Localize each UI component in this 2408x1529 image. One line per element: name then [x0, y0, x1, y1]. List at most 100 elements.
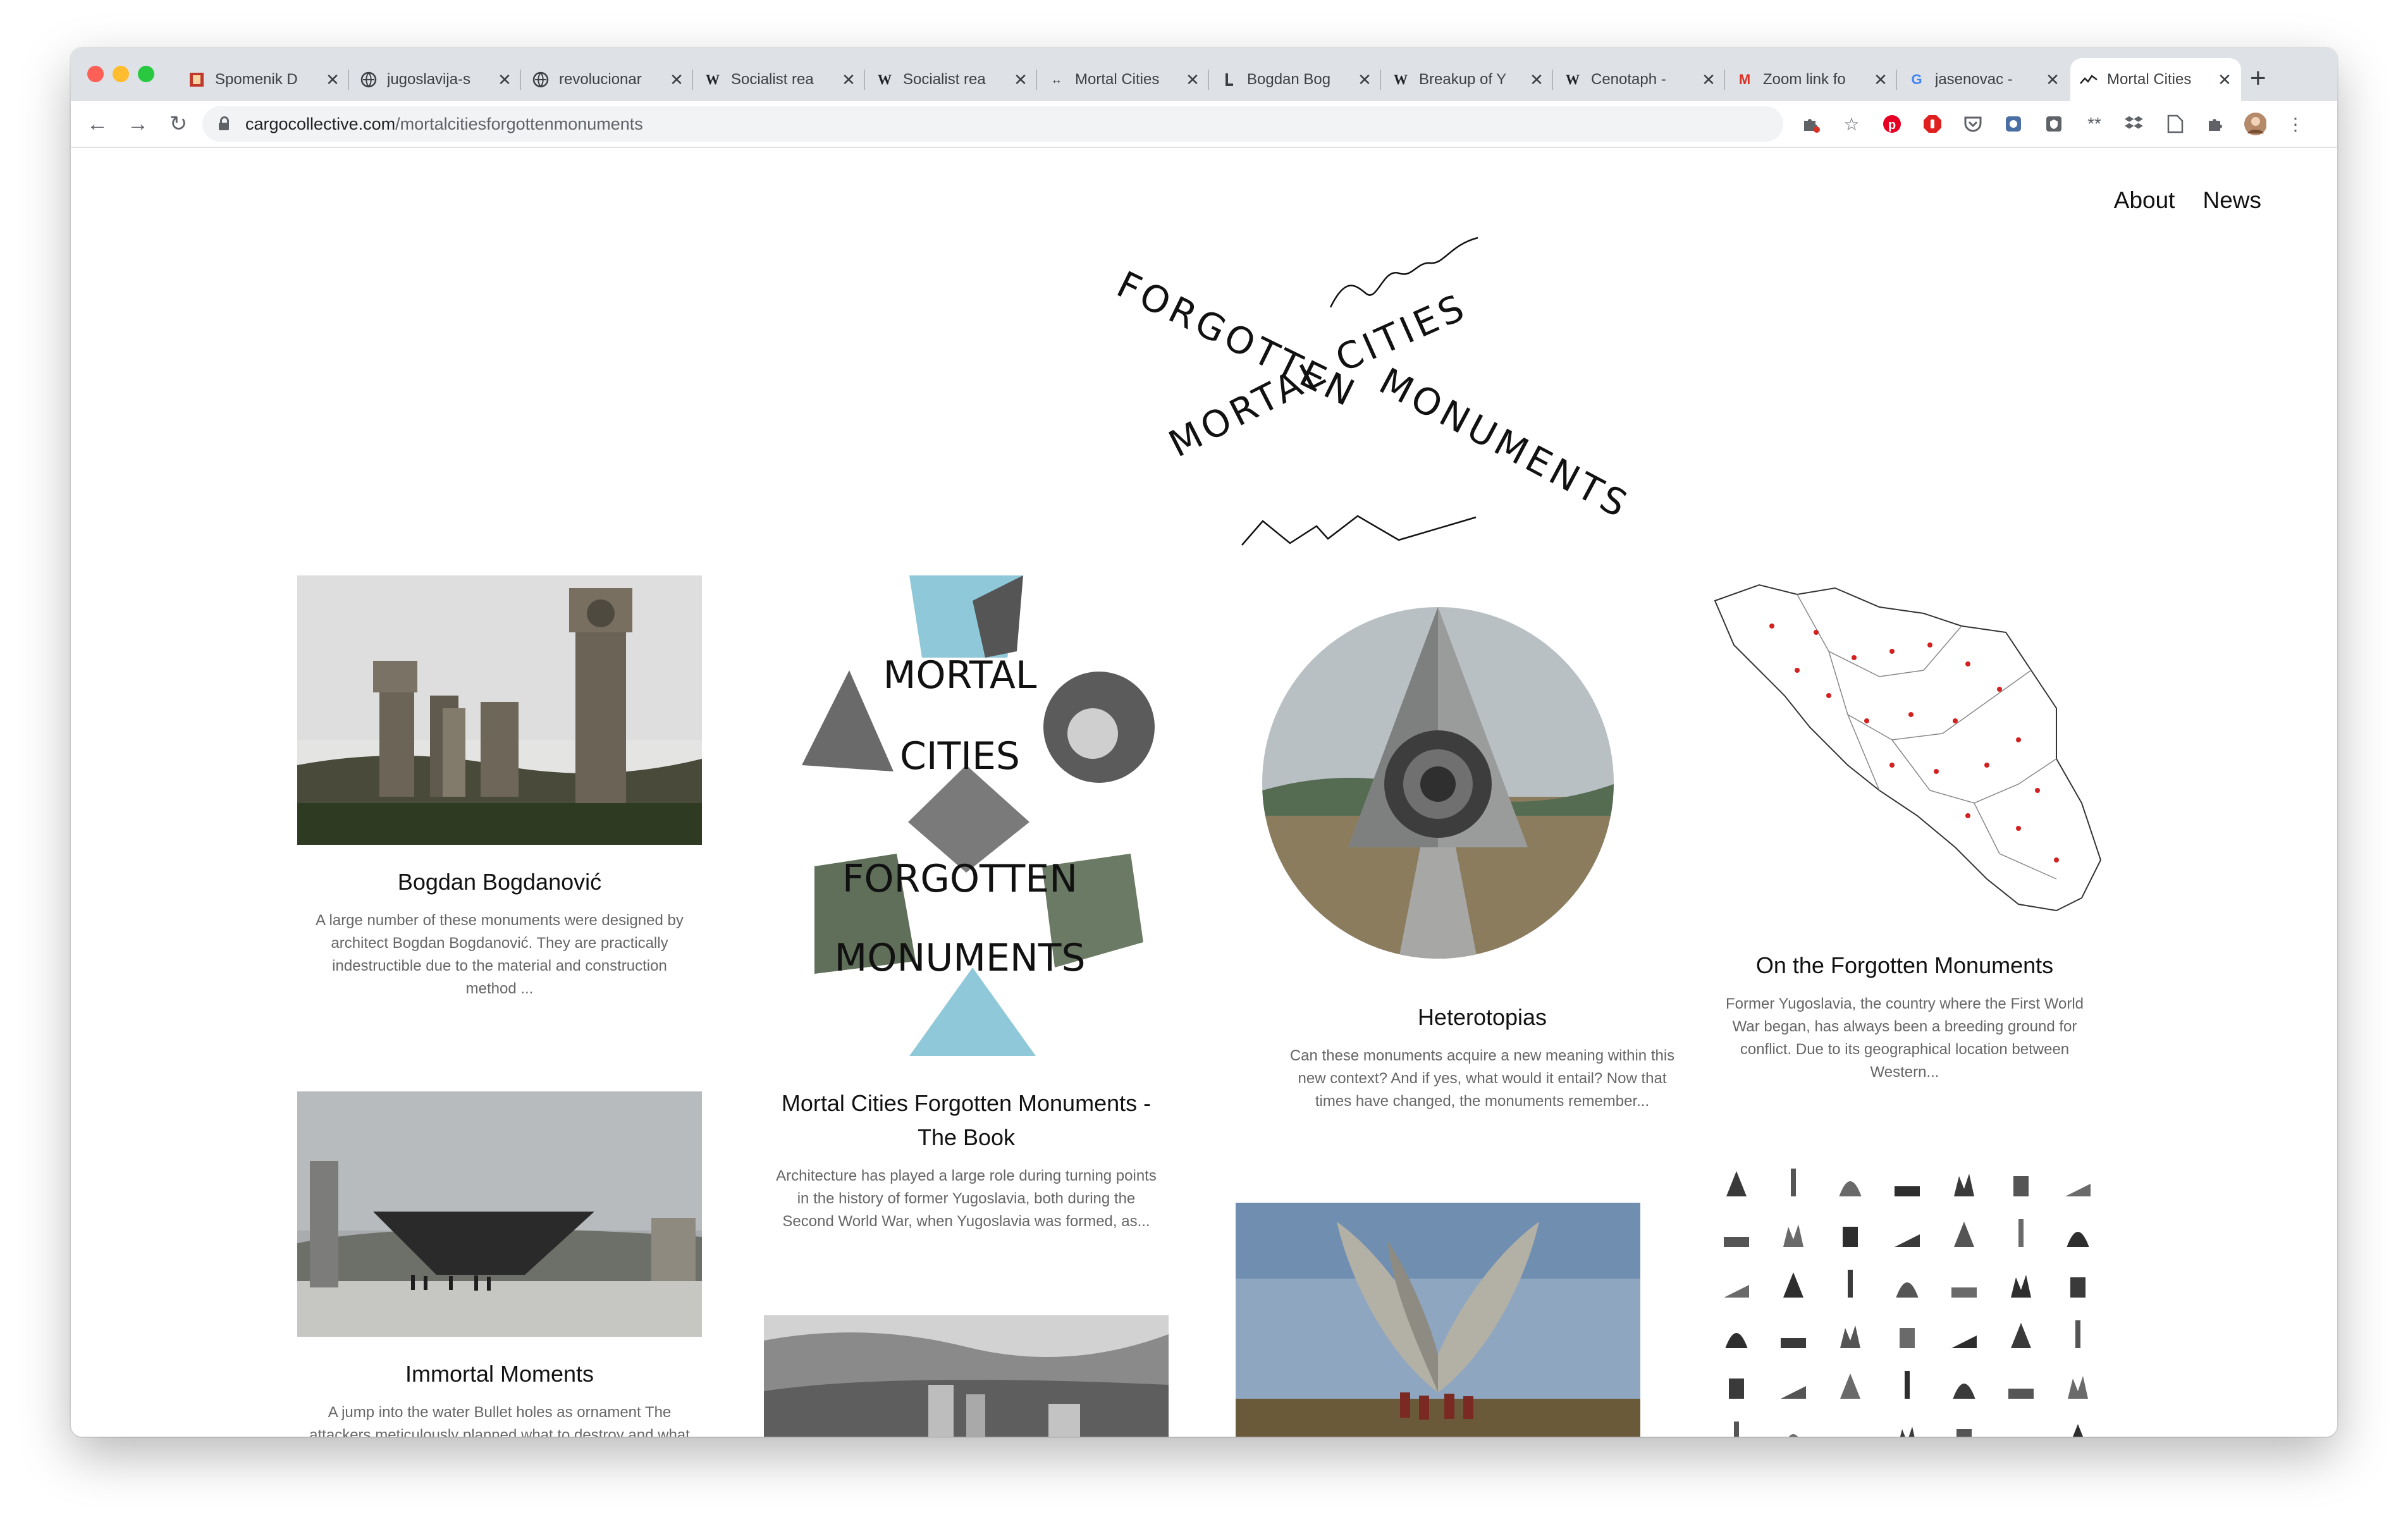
- extension-puzzle-alert-icon[interactable]: [1800, 113, 1822, 135]
- project-card-bogdanovic[interactable]: Bogdan Bogdanović A large number of thes…: [297, 849, 702, 1000]
- project-description: A jump into the water Bullet holes as or…: [309, 1404, 690, 1437]
- project-image-heterotopias[interactable]: [1262, 607, 1614, 959]
- browser-tab[interactable]: W Breakup of Y ✕: [1382, 58, 1553, 101]
- minimize-window-button[interactable]: [113, 66, 129, 82]
- project-image-yugoslavia-map[interactable]: [1702, 575, 2107, 930]
- bookmark-star-icon[interactable]: ☆: [1840, 113, 1863, 135]
- close-tab-icon[interactable]: ✕: [1012, 70, 1029, 90]
- close-tab-icon[interactable]: ✕: [1184, 70, 1201, 90]
- url-host: cargocollective.com: [245, 114, 396, 133]
- forward-icon[interactable]: →: [124, 110, 152, 138]
- project-image-bogdanovic[interactable]: [297, 575, 702, 845]
- tab-label: Socialist rea: [731, 71, 814, 88]
- logo-zigzag-bottom: [1241, 515, 1477, 546]
- tab-label: jugoslavija-s: [387, 71, 471, 88]
- reload-icon[interactable]: ↻: [164, 110, 192, 138]
- browser-tab[interactable]: M Zoom link fo ✕: [1726, 58, 1897, 101]
- nav-news-link[interactable]: News: [2202, 187, 2261, 214]
- tab-label: Socialist rea: [903, 71, 986, 88]
- close-tab-icon[interactable]: ✕: [668, 70, 685, 90]
- project-card-book[interactable]: Mortal Cities Forgotten Monuments - The …: [764, 1070, 1169, 1233]
- extension-icon[interactable]: [2002, 113, 2025, 135]
- project-image-book-cover[interactable]: MORTAL CITIES FORGOTTEN MONUMENTS: [764, 575, 1169, 1056]
- google-icon: G: [1911, 71, 1922, 87]
- wikipedia-icon: W: [878, 71, 892, 87]
- close-tab-icon[interactable]: ✕: [2216, 70, 2233, 90]
- browser-window: Spomenik D ✕ jugoslavija-s ✕ revoluciona…: [71, 48, 2337, 1437]
- project-image-jasenovac-flower[interactable]: [1236, 1203, 1640, 1437]
- site-logo[interactable]: FORGOTTEN CITIES MORTAL MONUMENTS: [1019, 224, 1652, 578]
- shield-extension-icon[interactable]: [2042, 113, 2065, 135]
- gmail-icon: M: [1738, 71, 1751, 87]
- tab-label: Spomenik D: [215, 71, 298, 88]
- tab-label: Mortal Cities: [2107, 71, 2192, 88]
- browser-tab[interactable]: revolucionar ✕: [522, 58, 693, 101]
- site-nav: About News: [2114, 187, 2261, 214]
- tab-label: Mortal Cities: [1075, 71, 1160, 88]
- url-text: cargocollective.com/mortalcitiesforgotte…: [245, 114, 643, 134]
- address-bar[interactable]: cargocollective.com/mortalcitiesforgotte…: [202, 106, 1783, 142]
- project-image-city-panorama[interactable]: [764, 1315, 1169, 1437]
- project-title[interactable]: Bogdan Bogdanović: [297, 865, 702, 899]
- browser-tab[interactable]: ↔ Mortal Cities ✕: [1038, 58, 1209, 101]
- browser-tab-active[interactable]: Mortal Cities ✕: [2070, 58, 2241, 101]
- project-card-forgotten-monuments[interactable]: On the Forgotten Monuments Former Yugosl…: [1702, 932, 2107, 1084]
- nav-about-link[interactable]: About: [2114, 187, 2175, 214]
- browser-tab[interactable]: G jasenovac - ✕: [1898, 58, 2069, 101]
- back-icon[interactable]: ←: [83, 110, 111, 138]
- close-tab-icon[interactable]: ✕: [1356, 70, 1373, 90]
- project-card-immortal-moments[interactable]: Immortal Moments A jump into the water B…: [297, 1341, 702, 1437]
- maximize-window-button[interactable]: [138, 66, 154, 82]
- page-viewport: About News FORGOTTEN CITIES MORTAL MONUM…: [71, 148, 2337, 1437]
- close-window-button[interactable]: [87, 66, 104, 82]
- tab-label: Zoom link fo: [1763, 71, 1846, 88]
- book-cover-word-forgotten: FORGOTTEN: [842, 857, 1078, 901]
- close-tab-icon[interactable]: ✕: [2044, 70, 2061, 90]
- cargo-icon: [2079, 70, 2098, 89]
- project-title[interactable]: On the Forgotten Monuments: [1702, 949, 2107, 983]
- close-tab-icon[interactable]: ✕: [1700, 70, 1717, 90]
- new-tab-button[interactable]: +: [2250, 64, 2266, 92]
- browser-tab[interactable]: W Socialist rea ✕: [694, 58, 865, 101]
- browser-tab[interactable]: W Cenotaph - ✕: [1554, 58, 1725, 101]
- lock-icon: [219, 116, 229, 130]
- adblock-icon[interactable]: [1921, 113, 1944, 135]
- password-manager-icon[interactable]: **: [2083, 113, 2106, 135]
- project-title[interactable]: Mortal Cities Forgotten Monuments - The …: [764, 1086, 1169, 1155]
- tab-label: Bogdan Bog: [1247, 71, 1331, 88]
- browser-tab[interactable]: jugoslavija-s ✕: [350, 58, 521, 101]
- book-cover-word-cities: CITIES: [900, 734, 1020, 778]
- project-description: Can these monuments acquire a new meanin…: [1289, 1047, 1675, 1110]
- browser-tab[interactable]: W Socialist rea ✕: [866, 58, 1037, 101]
- project-title[interactable]: Heterotopias: [1280, 1000, 1685, 1035]
- close-tab-icon[interactable]: ✕: [1528, 70, 1545, 90]
- logo-word-monuments: MONUMENTS: [1372, 359, 1637, 527]
- globe-icon: [531, 70, 550, 89]
- wikipedia-icon: W: [1394, 71, 1408, 87]
- project-title[interactable]: Immortal Moments: [297, 1357, 702, 1391]
- globe-icon: [359, 70, 378, 89]
- dropbox-icon[interactable]: [2123, 113, 2146, 135]
- close-tab-icon[interactable]: ✕: [840, 70, 857, 90]
- pinterest-icon[interactable]: p: [1881, 113, 1903, 135]
- svg-text:p: p: [1888, 118, 1896, 132]
- browser-menu-icon[interactable]: ⋮: [2284, 113, 2307, 135]
- profile-avatar-icon[interactable]: [2244, 113, 2266, 135]
- project-image-immortal-moments[interactable]: [297, 1091, 702, 1337]
- project-description: Architecture has played a large role dur…: [776, 1167, 1157, 1230]
- document-icon[interactable]: [2164, 113, 2187, 135]
- close-tab-icon[interactable]: ✕: [324, 70, 341, 90]
- project-image-monument-icons[interactable]: [1715, 1160, 2120, 1437]
- close-tab-icon[interactable]: ✕: [496, 70, 513, 90]
- project-card-heterotopias[interactable]: Heterotopias Can these monuments acquire…: [1280, 984, 1685, 1113]
- bookmark-icon: [1219, 70, 1238, 89]
- wikipedia-icon: W: [706, 71, 720, 87]
- browser-tab[interactable]: Spomenik D ✕: [178, 58, 349, 101]
- extensions-puzzle-icon[interactable]: [2204, 113, 2227, 135]
- pocket-icon[interactable]: [1962, 113, 1984, 135]
- spomenik-icon: [187, 70, 206, 89]
- wikipedia-icon: W: [1566, 71, 1580, 87]
- close-tab-icon[interactable]: ✕: [1872, 70, 1889, 90]
- browser-toolbar: ← → ↻ cargocollective.com/mortalcitiesfo…: [71, 101, 2337, 148]
- browser-tab[interactable]: Bogdan Bog ✕: [1210, 58, 1381, 101]
